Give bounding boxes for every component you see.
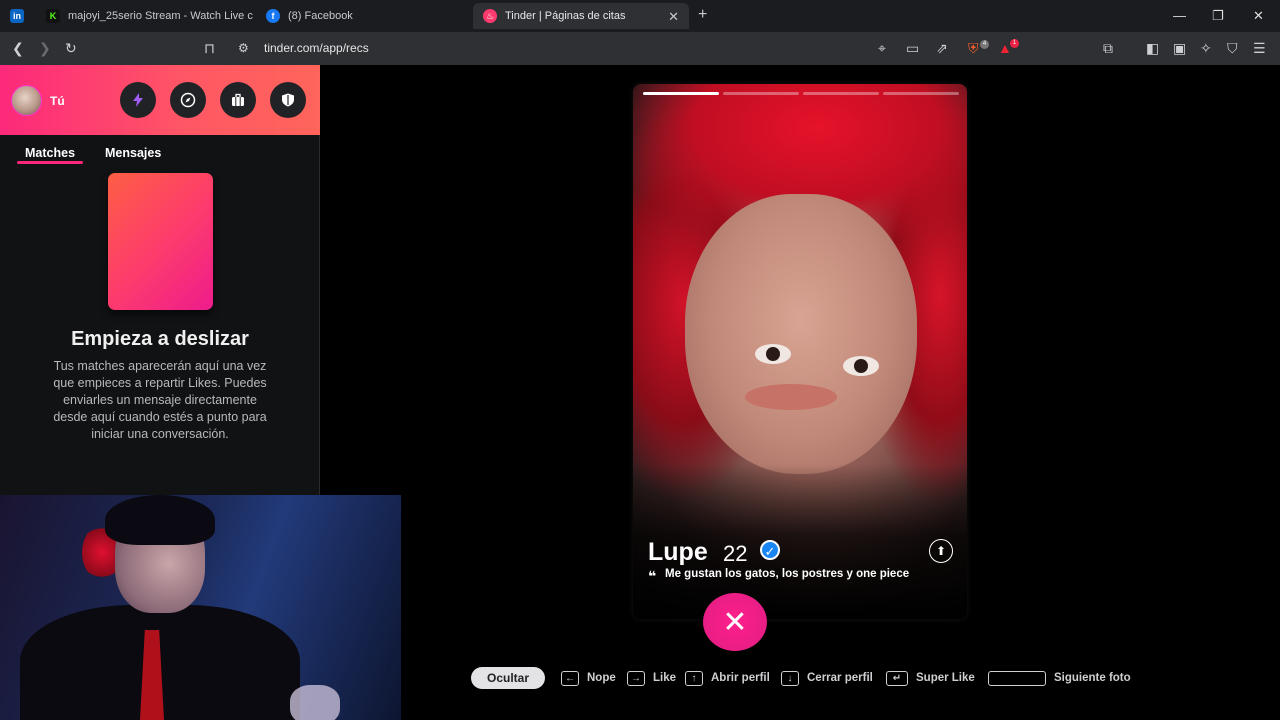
- arrow-left-key-icon: ←: [561, 670, 579, 686]
- linkedin-icon: in: [10, 9, 24, 23]
- shortcut-label: Super Like: [916, 672, 975, 684]
- shortcut-next-photo: Siguiente foto: [988, 667, 1131, 689]
- site-settings-icon[interactable]: ⚙: [238, 40, 249, 56]
- minimize-icon[interactable]: —: [1173, 8, 1186, 23]
- photo-indicator-3[interactable]: [803, 92, 879, 95]
- photo-indicator-1[interactable]: [643, 92, 719, 95]
- tab-matches[interactable]: Matches: [25, 146, 75, 160]
- shield-icon: [282, 93, 294, 107]
- tab-tinder[interactable]: ♨ Tinder | Páginas de citas ✕: [473, 3, 689, 29]
- facebook-icon: f: [266, 9, 280, 23]
- matches-sidebar: Tú Matches Mensajes Empieza a deslizar T…: [0, 65, 320, 495]
- empty-state-title: Empieza a deslizar: [71, 328, 249, 350]
- new-tab-button[interactable]: +: [698, 6, 707, 24]
- tab-messages[interactable]: Mensajes: [105, 146, 161, 160]
- space-key-icon: [988, 670, 1046, 686]
- profile-photo-lips: [745, 384, 837, 410]
- back-icon[interactable]: ❮: [12, 40, 24, 56]
- window-close-icon[interactable]: ✕: [1253, 8, 1264, 24]
- streamer-hand: [290, 685, 340, 720]
- browser-toolbar: ❮ ❯ ↻ ⊓ ⚙ tinder.com/app/recs ⌖ ▭ ⇗ ⛨ 4 …: [0, 32, 1280, 65]
- streamer-hair: [105, 495, 215, 545]
- boost-button[interactable]: [120, 82, 156, 118]
- shortcut-nope: ← Nope: [561, 667, 616, 689]
- address-bar[interactable]: tinder.com/app/recs: [264, 41, 369, 55]
- shortcut-like: → Like: [627, 667, 676, 689]
- tab-linkedin[interactable]: in: [0, 3, 34, 29]
- hide-shortcuts-button[interactable]: Ocultar: [471, 667, 545, 689]
- eye-right: [843, 356, 879, 376]
- match-placeholder-card: [108, 173, 213, 310]
- cast-icon[interactable]: ▭: [906, 40, 919, 56]
- compass-icon: [180, 92, 196, 108]
- avatar[interactable]: [11, 85, 42, 116]
- open-profile-button[interactable]: ⬆: [929, 539, 953, 563]
- photo-indicator-2[interactable]: [723, 92, 799, 95]
- brave-shields-icon[interactable]: ⛨: [968, 40, 979, 56]
- arrow-right-key-icon: →: [627, 670, 645, 686]
- tinder-icon: ♨: [483, 9, 497, 23]
- arrow-down-key-icon: ↓: [781, 670, 799, 686]
- photo-progress: [643, 92, 959, 95]
- tab-title: (8) Facebook: [288, 10, 353, 22]
- safety-button[interactable]: [270, 82, 306, 118]
- shortcut-label: Cerrar perfil: [807, 672, 873, 684]
- vpn-icon[interactable]: ⛉: [1227, 40, 1238, 56]
- reader-mode-icon[interactable]: ⧉: [1103, 40, 1113, 56]
- share-icon[interactable]: ⇗: [936, 40, 948, 56]
- profile-name: Lupe: [648, 538, 708, 566]
- sidebar-header: Tú: [0, 65, 320, 135]
- profile-age: 22: [723, 541, 748, 566]
- shortcut-open-profile: ↑ Abrir perfil: [685, 667, 770, 689]
- kick-icon: K: [46, 9, 60, 23]
- shortcut-label: Nope: [587, 672, 616, 684]
- wallet-icon[interactable]: ▣: [1173, 40, 1186, 56]
- shortcut-super-like: ↵ Super Like: [886, 667, 975, 689]
- explore-button[interactable]: [170, 82, 206, 118]
- browser-tab-bar: in K majoyi_25serio Stream - Watch Live …: [0, 0, 1280, 32]
- photo-indicator-4[interactable]: [883, 92, 959, 95]
- shortcut-label: Abrir perfil: [711, 672, 770, 684]
- empty-state-description: Tus matches aparecerán aquí una vez que …: [53, 359, 267, 441]
- active-tab-indicator: [17, 161, 83, 164]
- forward-icon[interactable]: ❯: [39, 40, 51, 56]
- leo-ai-icon[interactable]: ✧: [1200, 40, 1212, 56]
- enter-key-icon: ↵: [886, 670, 908, 686]
- menu-icon[interactable]: ☰: [1253, 40, 1266, 56]
- arrow-up-key-icon: ↑: [685, 670, 703, 686]
- shortcut-close-profile: ↓ Cerrar perfil: [781, 667, 873, 689]
- profile-card[interactable]: Lupe 22 ✓ ⬆ ❝ Me gustan los gatos, los p…: [633, 84, 967, 619]
- lightning-icon: [133, 93, 143, 107]
- close-icon: ✕: [722, 605, 748, 639]
- eye-left: [755, 344, 791, 364]
- user-label[interactable]: Tú: [50, 94, 65, 108]
- webcam-overlay: [0, 495, 401, 720]
- quote-icon: ❝: [648, 568, 657, 584]
- close-tab-icon[interactable]: ✕: [668, 9, 679, 25]
- tab-title: Tinder | Páginas de citas: [505, 10, 626, 22]
- profile-photo-face: [685, 194, 917, 474]
- tab-kick[interactable]: K majoyi_25serio Stream - Watch Live c: [36, 3, 256, 29]
- work-mode-button[interactable]: [220, 82, 256, 118]
- sidebar-toggle-icon[interactable]: ◧: [1146, 40, 1159, 56]
- profile-bio: Me gustan los gatos, los postres y one p…: [665, 568, 910, 580]
- location-icon[interactable]: ⌖: [878, 40, 886, 56]
- tab-title: majoyi_25serio Stream - Watch Live c: [68, 10, 253, 22]
- briefcase-icon: [232, 93, 244, 106]
- nope-button[interactable]: ✕: [703, 593, 767, 651]
- shields-badge: 4: [980, 40, 989, 49]
- verified-badge-icon: ✓: [760, 540, 780, 560]
- rewards-badge: 1: [1010, 39, 1019, 48]
- tab-facebook[interactable]: f (8) Facebook: [256, 3, 471, 29]
- restore-icon[interactable]: ❐: [1212, 8, 1224, 24]
- reload-icon[interactable]: ↻: [65, 40, 77, 56]
- bookmark-icon[interactable]: ⊓: [204, 40, 215, 56]
- shortcut-label: Like: [653, 672, 677, 684]
- shortcut-label: Siguiente foto: [1054, 672, 1131, 684]
